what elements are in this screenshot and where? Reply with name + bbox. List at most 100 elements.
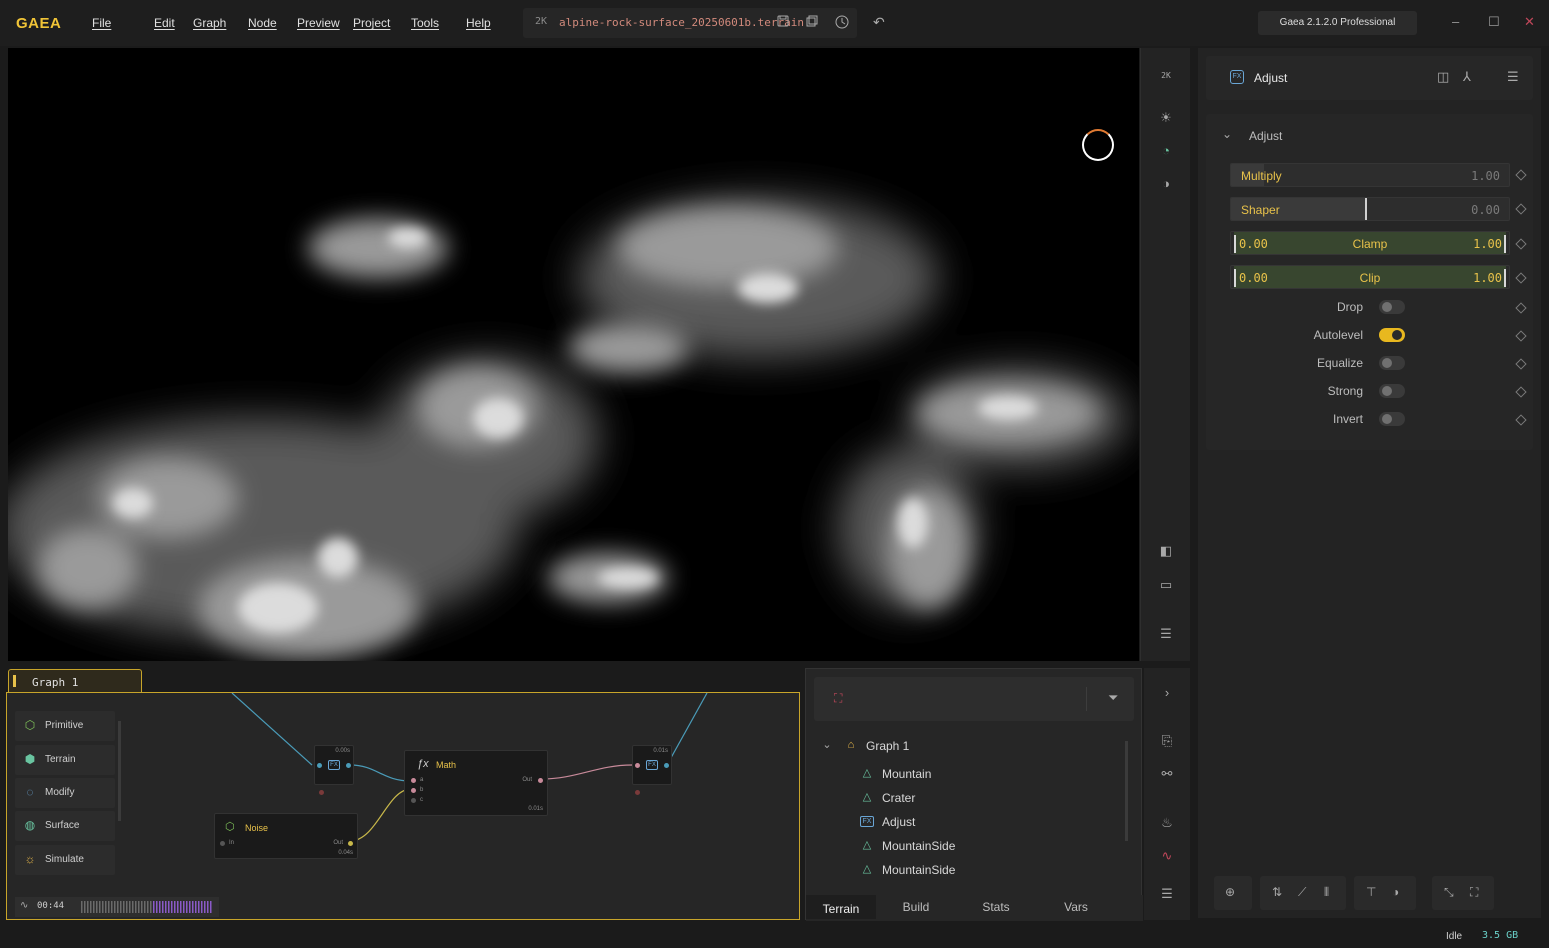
tab-vars[interactable]: Vars: [1036, 895, 1116, 919]
focus-icon[interactable]: ⛶: [834, 691, 842, 706]
tree-item[interactable]: △ MountainSide: [806, 859, 1126, 881]
toggle-switch[interactable]: [1379, 384, 1405, 398]
maximize-icon[interactable]: ☐: [1488, 14, 1500, 30]
wave-icon[interactable]: ∿: [1158, 847, 1176, 865]
preview-resolution-button[interactable]: 2K: [1156, 66, 1176, 86]
columns-icon[interactable]: ⫴: [1324, 885, 1329, 900]
tree-search-bar[interactable]: ⛶ ⏷: [814, 677, 1134, 721]
chevron-right-icon[interactable]: ›: [1158, 684, 1176, 702]
filter-icon[interactable]: ⏷: [1108, 690, 1118, 706]
tree-item-graph-root[interactable]: ⌄ ⌂ Graph 1: [806, 735, 1126, 757]
node-title[interactable]: Adjust: [1254, 71, 1287, 85]
graph-node-noise[interactable]: ⬡ Noise In Out 0.04s: [214, 813, 358, 859]
clamp-range[interactable]: 0.00 Clamp 1.00: [1230, 231, 1510, 255]
tree-item[interactable]: △ Crater: [806, 787, 1126, 809]
node-port-out[interactable]: [348, 841, 353, 846]
tree-menu-icon[interactable]: ☰: [1158, 885, 1176, 903]
pin-down-icon[interactable]: ⊤: [1366, 885, 1376, 899]
node-port-c[interactable]: [411, 798, 416, 803]
contrast-icon[interactable]: ◑: [1156, 174, 1176, 194]
node-port-a[interactable]: [411, 778, 416, 783]
shaper-slider[interactable]: Shaper 0.00: [1230, 197, 1510, 221]
resolution-badge[interactable]: 2K: [535, 16, 547, 27]
node-port-in[interactable]: [220, 841, 225, 846]
toggle-switch[interactable]: [1379, 300, 1405, 314]
pin-icon[interactable]: [1515, 203, 1527, 215]
menu-tools[interactable]: Tools: [411, 16, 466, 30]
palette-surface[interactable]: ◍ Surface: [15, 811, 115, 841]
file-name[interactable]: alpine-rock-surface_20250601b.terrain: [559, 16, 804, 29]
undo-icon[interactable]: ↶: [873, 14, 885, 31]
multiply-slider[interactable]: Multiply 1.00: [1230, 163, 1510, 187]
palette-terrain[interactable]: ⬢ Terrain: [15, 745, 115, 775]
graph-link-icon[interactable]: ⅄: [1463, 69, 1471, 85]
layout-icon[interactable]: ▭: [1156, 575, 1176, 595]
menu-node[interactable]: Node: [248, 16, 297, 30]
tab-terrain[interactable]: Terrain: [806, 895, 876, 919]
menu-file[interactable]: File: [92, 16, 154, 30]
fire-icon[interactable]: ♨: [1158, 814, 1176, 832]
palette-primitive[interactable]: ⬡ Primitive: [15, 711, 115, 741]
sort-icon[interactable]: ⇅: [1272, 885, 1282, 899]
node-port-out[interactable]: [538, 778, 543, 783]
node-tree-icon[interactable]: ⚯: [1158, 765, 1176, 783]
node-port-mask[interactable]: [319, 790, 324, 795]
tab-build[interactable]: Build: [876, 895, 956, 919]
sun-icon[interactable]: ☀: [1156, 108, 1176, 128]
node-port-in[interactable]: [635, 763, 640, 768]
multiply-value[interactable]: 1.00: [1471, 169, 1500, 183]
fullscreen-icon[interactable]: ⛶: [1470, 885, 1478, 900]
node-port-out[interactable]: [346, 763, 351, 768]
node-port-b[interactable]: [411, 788, 416, 793]
collapse-icon[interactable]: ⤡: [1444, 885, 1454, 900]
clip-range[interactable]: 0.00 Clip 1.00: [1230, 265, 1510, 289]
section-title[interactable]: Adjust: [1249, 129, 1282, 143]
half-circle-icon[interactable]: ◑: [1392, 885, 1399, 899]
node-port-out[interactable]: [664, 763, 669, 768]
color-sphere-icon[interactable]: ◔: [1156, 141, 1176, 161]
toggle-switch[interactable]: [1379, 328, 1405, 342]
palette-scrollbar[interactable]: [118, 721, 121, 821]
toggle-switch[interactable]: [1379, 412, 1405, 426]
tree-item[interactable]: FX Adjust: [806, 811, 1126, 833]
close-icon[interactable]: ✕: [1524, 14, 1535, 30]
graph-node-math[interactable]: ƒx Math a b c Out 0.01s: [404, 750, 548, 816]
pin-icon[interactable]: [1515, 414, 1527, 426]
graph-node-fx[interactable]: 0.01s FX: [632, 745, 672, 785]
pin-icon[interactable]: [1515, 330, 1527, 342]
shaper-value[interactable]: 0.00: [1471, 203, 1500, 217]
version-badge[interactable]: Gaea 2.1.2.0 Professional: [1258, 11, 1417, 35]
menu-project[interactable]: Project: [353, 16, 411, 30]
tree-scrollbar[interactable]: [1125, 741, 1128, 841]
terrain-viewport[interactable]: [8, 48, 1139, 661]
tab-stats[interactable]: Stats: [956, 895, 1036, 919]
save-icon[interactable]: [775, 15, 791, 31]
preview-toggle-icon[interactable]: ◫: [1437, 69, 1449, 85]
add-preset-icon[interactable]: ⊕: [1225, 885, 1235, 899]
menu-edit[interactable]: Edit: [154, 16, 193, 30]
pin-icon[interactable]: [1515, 238, 1527, 250]
duplicate-icon[interactable]: [804, 15, 820, 31]
minimize-icon[interactable]: –: [1452, 14, 1459, 29]
pin-icon[interactable]: [1515, 358, 1527, 370]
node-port-in[interactable]: [317, 763, 322, 768]
clamp-max-value[interactable]: 1.00: [1473, 237, 1502, 251]
properties-menu-icon[interactable]: ☰: [1507, 69, 1519, 85]
chevron-down-icon[interactable]: ⌄: [1222, 127, 1232, 141]
bookmark-icon[interactable]: ⎘: [1158, 732, 1176, 750]
palette-modify[interactable]: ◌ Modify: [15, 778, 115, 808]
menu-help[interactable]: Help: [466, 16, 506, 30]
menu-preview[interactable]: Preview: [297, 16, 353, 30]
toggle-switch[interactable]: [1379, 356, 1405, 370]
node-port-mask[interactable]: [635, 790, 640, 795]
menu-graph[interactable]: Graph: [193, 16, 248, 30]
build-timeline[interactable]: ∿ 00:44: [15, 897, 219, 917]
pin-icon[interactable]: [1515, 302, 1527, 314]
tab-graph-1[interactable]: Graph 1: [8, 669, 142, 693]
clip-max-value[interactable]: 1.00: [1473, 271, 1502, 285]
pin-icon[interactable]: [1515, 386, 1527, 398]
chevron-down-icon[interactable]: ⌄: [820, 738, 834, 752]
pin-icon[interactable]: [1515, 272, 1527, 284]
graph-node-fx[interactable]: 0.00s FX: [314, 745, 354, 785]
pin-icon[interactable]: [1515, 169, 1527, 181]
